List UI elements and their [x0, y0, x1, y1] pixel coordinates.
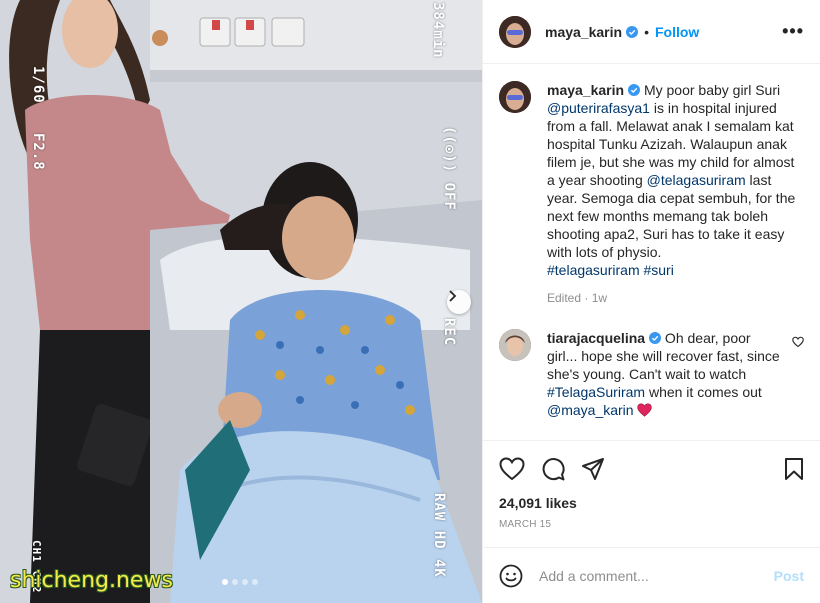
heart-outline-icon	[792, 336, 804, 348]
share-button[interactable]	[581, 457, 605, 481]
caption-author-avatar[interactable]	[499, 81, 531, 113]
emoji-button[interactable]	[499, 564, 523, 588]
carousel-indicator	[222, 579, 258, 585]
caption-text-1: My poor baby girl Suri	[640, 82, 781, 98]
camera-battery-readout: 384min	[430, 2, 446, 59]
smiley-icon	[499, 564, 523, 587]
author-username[interactable]: maya_karin	[545, 24, 622, 40]
caption-mention-telagasuriram[interactable]: @telagasuriram	[647, 172, 746, 188]
caption-username[interactable]: maya_karin	[547, 82, 624, 98]
avatar-image	[499, 81, 531, 113]
carousel-dot	[232, 579, 238, 585]
red-heart-icon	[637, 403, 653, 417]
caption-meta: Edited · 1w	[547, 291, 608, 305]
commenter-username[interactable]: tiarajacquelina	[547, 330, 645, 346]
comment-mention[interactable]: @maya_karin	[547, 402, 634, 418]
comment-bubble-icon	[542, 458, 565, 481]
post-header: maya_karin • Follow •••	[483, 0, 820, 64]
like-button[interactable]	[499, 457, 525, 481]
camera-resolution-readout: RAW HD 4K	[431, 493, 447, 578]
comment-item: tiarajacquelina Oh dear, poor girl... ho…	[499, 329, 804, 421]
save-button[interactable]	[784, 457, 804, 481]
post-comment-button[interactable]: Post	[774, 568, 804, 584]
more-options-button[interactable]: •••	[782, 21, 804, 42]
chevron-right-icon	[449, 290, 457, 302]
camera-rec-readout: REC	[441, 318, 457, 347]
author-avatar[interactable]	[499, 15, 531, 48]
verified-badge-icon	[628, 84, 641, 96]
comment-hashtag[interactable]: #TelagaSuriram	[547, 384, 645, 400]
comment-text-2: when it comes out	[645, 384, 762, 400]
red-heart-emoji	[637, 403, 653, 421]
carousel-dot	[242, 579, 248, 585]
heart-icon	[499, 457, 525, 481]
comment-body: tiarajacquelina Oh dear, poor girl... ho…	[547, 329, 784, 421]
action-icons-row	[499, 453, 804, 485]
post-date[interactable]: MARCH 15	[499, 519, 804, 530]
likes-count[interactable]: 24,091 likes	[499, 495, 804, 511]
verified-badge-icon	[649, 332, 662, 344]
camera-shutter-readout: 1/60	[30, 66, 46, 104]
comments-section[interactable]: maya_karin My poor baby girl Suri @puter…	[483, 65, 820, 440]
comment-like-button[interactable]	[792, 335, 804, 353]
header-separator: •	[644, 23, 649, 40]
post-panel: maya_karin • Follow ••• maya_karin My po…	[482, 0, 820, 603]
carousel-dot-active	[222, 579, 228, 585]
carousel-next-button[interactable]	[447, 290, 471, 314]
camera-stabilizer-readout: ((⊙)) OFF	[441, 126, 457, 211]
caption-body: maya_karin My poor baby girl Suri @puter…	[547, 81, 804, 307]
bookmark-icon	[785, 458, 803, 480]
caption-hashtags[interactable]: #telagasuriram #suri	[547, 262, 674, 278]
comment-button[interactable]	[541, 457, 565, 481]
post-actions: 24,091 likes MARCH 15	[483, 440, 820, 530]
avatar-image	[499, 329, 531, 361]
verified-badge-icon	[626, 25, 639, 38]
post-caption: maya_karin My poor baby girl Suri @puter…	[499, 81, 804, 307]
paper-plane-icon	[582, 458, 604, 480]
caption-mention-puterirafasya1[interactable]: @puterirafasya1	[547, 100, 650, 116]
commenter-avatar[interactable]	[499, 329, 531, 361]
carousel-dot	[252, 579, 258, 585]
post-media[interactable]: 1/60 F2.8 384min ((⊙)) OFF REC RAW HD 4K…	[0, 0, 482, 603]
add-comment-bar: Post	[483, 547, 820, 603]
watermark: shicheng.news	[10, 568, 173, 593]
avatar-image	[499, 15, 531, 48]
comment-input[interactable]	[539, 567, 774, 584]
follow-button[interactable]: Follow	[655, 24, 699, 40]
camera-aperture-readout: F2.8	[30, 133, 46, 171]
post-photo	[0, 0, 482, 603]
